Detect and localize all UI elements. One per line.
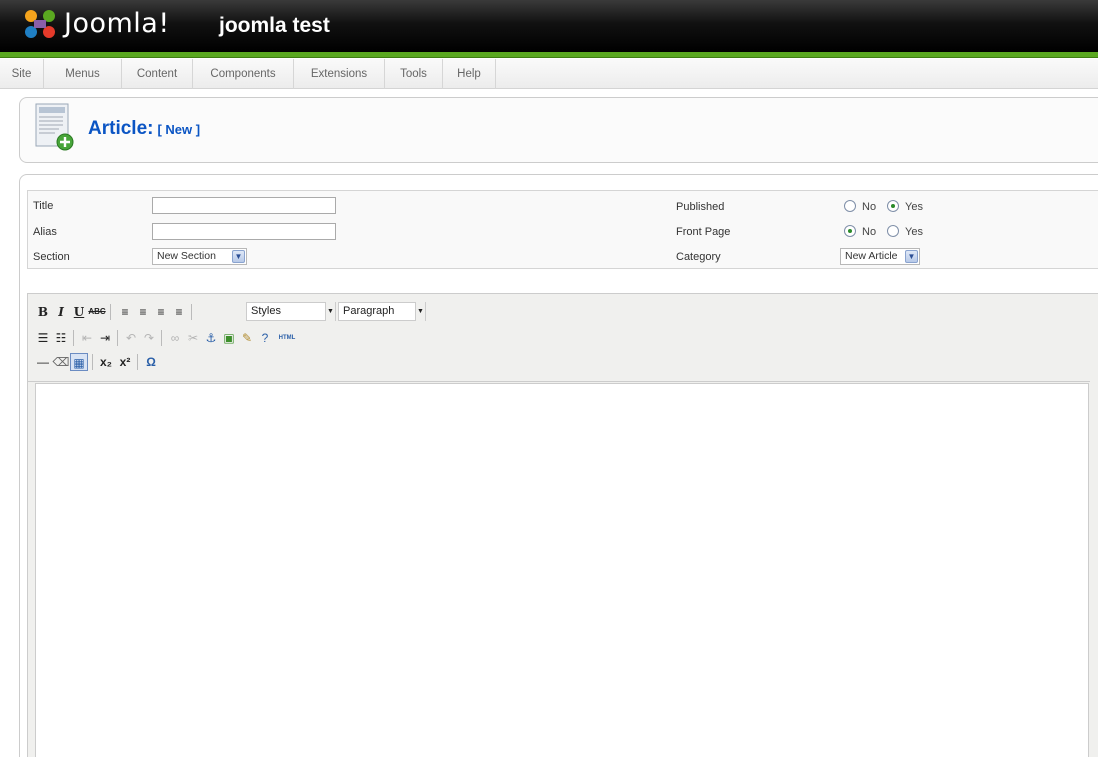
unlink-button[interactable]: ✂	[184, 329, 202, 347]
cleanup-button[interactable]: ✎	[238, 329, 256, 347]
site-name: joomla test	[219, 14, 330, 37]
menu-extensions[interactable]: Extensions	[294, 59, 385, 89]
menu-menus[interactable]: Menus	[44, 59, 122, 89]
redo-button[interactable]: ↷	[140, 329, 158, 347]
frontpage-yes-label: Yes	[905, 226, 923, 238]
title-label: Title	[33, 200, 54, 212]
menu-components[interactable]: Components	[193, 59, 294, 89]
menu-content[interactable]: Content	[122, 59, 193, 89]
top-menu-bar: Site Menus Content Components Extensions…	[0, 59, 1098, 89]
italic-button[interactable]: I	[52, 303, 70, 321]
align-center-button[interactable]: ≡	[134, 303, 152, 321]
subscript-button[interactable]: x₂	[97, 353, 115, 371]
html-source-button[interactable]: HTML	[276, 329, 298, 347]
published-label: Published	[676, 201, 725, 213]
remove-format-button[interactable]: ⌫	[52, 353, 70, 371]
format-select[interactable]: Paragraph ▼	[338, 302, 426, 321]
editor-toolbar: B I U ABC ≡ ≡ ≡ ≡ Styles ▼ Paragraph ▼ ☰ ☷…	[28, 294, 1090, 382]
dropdown-arrow-icon: ▼	[325, 302, 335, 321]
toolbar-separator	[137, 354, 138, 370]
menu-tools[interactable]: Tools	[385, 59, 443, 89]
published-no-label: No	[862, 201, 877, 213]
alias-label: Alias	[33, 226, 57, 238]
frontpage-no-radio[interactable]	[844, 225, 856, 237]
frontpage-yes-radio[interactable]	[887, 225, 899, 237]
styles-select[interactable]: Styles ▼	[246, 302, 336, 321]
published-yes-radio[interactable]	[887, 200, 899, 212]
toolbar-separator	[110, 304, 111, 320]
bullet-list-button[interactable]: ☰	[34, 329, 52, 347]
strikethrough-button[interactable]: ABC	[88, 303, 106, 321]
page-subtitle: [ New ]	[157, 122, 201, 137]
align-right-button[interactable]: ≡	[152, 303, 170, 321]
special-character-button[interactable]: Ω	[142, 353, 160, 371]
front-page-label: Front Page	[676, 226, 731, 238]
toolbar-separator	[161, 330, 162, 346]
dropdown-arrow-icon: ▼	[415, 302, 425, 321]
joomla-wordmark: Joomla!	[64, 8, 170, 39]
help-button[interactable]: ?	[256, 329, 274, 347]
alias-input[interactable]	[152, 223, 336, 240]
section-label: Section	[33, 251, 70, 263]
anchor-button[interactable]: ⚓	[202, 329, 220, 347]
page-title: Article:[ New ]	[88, 118, 201, 139]
frontpage-no-label: No	[862, 226, 877, 238]
visual-aid-button[interactable]: ▦	[70, 353, 88, 371]
link-button[interactable]: ∞	[166, 329, 184, 347]
add-article-icon	[35, 103, 74, 151]
menu-site[interactable]: Site	[0, 59, 44, 89]
horizontal-rule-button[interactable]: —	[34, 353, 52, 371]
superscript-button[interactable]: x²	[116, 353, 134, 371]
undo-button[interactable]: ↶	[122, 329, 140, 347]
header-divider	[0, 52, 1098, 58]
numbered-list-button[interactable]: ☷	[52, 329, 70, 347]
category-select[interactable]: New Article ▼	[840, 248, 920, 265]
outdent-button[interactable]: ⇤	[78, 329, 96, 347]
menu-help[interactable]: Help	[443, 59, 496, 89]
align-left-button[interactable]: ≡	[116, 303, 134, 321]
editor-content-area[interactable]	[35, 383, 1089, 757]
section-select[interactable]: New Section ▼	[152, 248, 247, 265]
chevron-down-icon: ▼	[232, 250, 245, 263]
chevron-down-icon: ▼	[905, 250, 918, 263]
image-button[interactable]: ▣	[220, 329, 238, 347]
align-justify-button[interactable]: ≡	[170, 303, 188, 321]
published-yes-label: Yes	[905, 201, 923, 213]
underline-button[interactable]: U	[70, 303, 88, 321]
published-no-radio[interactable]	[844, 200, 856, 212]
category-label: Category	[676, 251, 721, 263]
toolbar-separator	[117, 330, 118, 346]
title-input[interactable]	[152, 197, 336, 214]
bold-button[interactable]: B	[34, 303, 52, 321]
toolbar-separator	[73, 330, 74, 346]
toolbar-separator	[92, 354, 93, 370]
joomla-logo-icon	[25, 10, 55, 38]
indent-button[interactable]: ⇥	[96, 329, 114, 347]
toolbar-separator	[191, 304, 192, 320]
